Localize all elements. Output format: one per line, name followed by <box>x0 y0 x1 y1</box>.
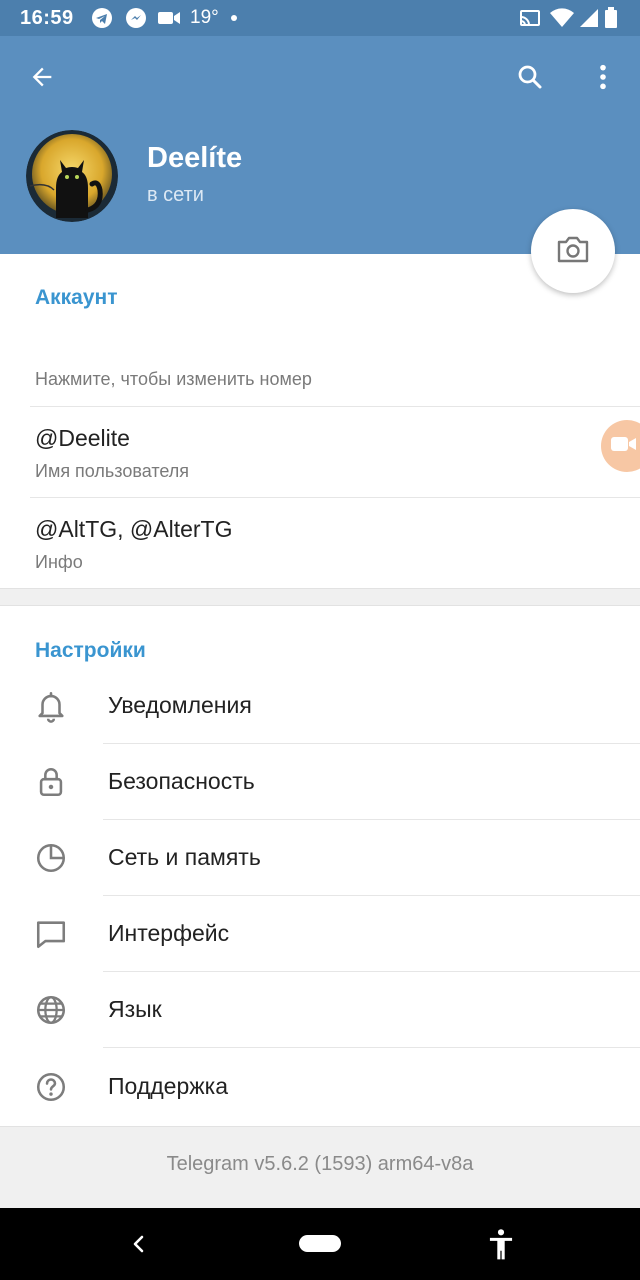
settings-item-label: Поддержка <box>108 1073 228 1099</box>
settings-item-language[interactable]: Язык <box>0 972 640 1048</box>
settings-item-data-storage[interactable]: Сеть и память <box>0 820 640 896</box>
settings-item-label: Язык <box>108 996 162 1022</box>
settings-item-interface[interactable]: Интерфейс <box>0 896 640 972</box>
more-options-button[interactable] <box>579 55 627 103</box>
profile-name: Deelíte <box>147 142 243 174</box>
bio-row[interactable]: @AltTG, @AlterTG Инфо <box>0 498 640 588</box>
search-icon <box>515 62 545 97</box>
more-vert-icon <box>598 63 608 96</box>
settings-item-label: Сеть и память <box>108 844 261 870</box>
settings-item-label: Безопасность <box>108 768 255 794</box>
status-temperature: 19° <box>190 7 219 28</box>
camera-icon <box>556 234 590 269</box>
wifi-icon <box>549 6 575 35</box>
divider <box>103 1047 640 1048</box>
globe-icon <box>33 992 69 1028</box>
battery-icon <box>604 6 618 35</box>
video-icon <box>156 6 182 35</box>
cast-icon <box>518 6 542 35</box>
bio-label: Инфо <box>35 552 83 572</box>
status-bar: 16:59 19° <box>0 0 640 36</box>
username-value: @Deelite <box>35 425 130 451</box>
avatar[interactable] <box>26 130 118 222</box>
pie-chart-icon <box>33 840 69 876</box>
username-row[interactable]: @Deelite Имя пользователя <box>0 407 640 497</box>
account-section-title: Аккаунт <box>35 286 118 309</box>
settings-item-notifications[interactable]: Уведомления <box>0 668 640 744</box>
messenger-icon <box>124 6 148 35</box>
settings-item-security[interactable]: Безопасность <box>0 744 640 820</box>
notification-dot <box>231 15 237 21</box>
bell-icon <box>33 688 69 724</box>
set-photo-button[interactable] <box>531 209 615 293</box>
section-separator <box>0 588 640 606</box>
profile-status: в сети <box>147 184 204 206</box>
video-camera-icon <box>610 434 638 459</box>
telegram-icon <box>90 6 114 35</box>
settings-item-label: Интерфейс <box>108 920 230 946</box>
app-version: Telegram v5.6.2 (1593) arm64-v8a <box>166 1153 474 1175</box>
arrow-left-icon <box>28 63 56 96</box>
status-time: 16:59 <box>20 7 74 29</box>
search-button[interactable] <box>506 55 554 103</box>
version-footer: Telegram v5.6.2 (1593) arm64-v8a <box>0 1126 640 1208</box>
phone-hint: Нажмите, чтобы изменить номер <box>35 369 312 389</box>
nav-back-button[interactable] <box>128 1232 148 1261</box>
lock-icon <box>33 764 69 800</box>
nav-home-button[interactable] <box>299 1235 341 1252</box>
settings-section-title: Настройки <box>35 639 146 662</box>
chat-bubble-icon <box>33 916 69 952</box>
settings-item-label: Уведомления <box>108 692 252 718</box>
help-icon <box>33 1069 69 1105</box>
accessibility-icon[interactable] <box>486 1228 516 1265</box>
back-button[interactable] <box>18 55 66 103</box>
phone-row[interactable]: Нажмите, чтобы изменить номер <box>0 340 640 406</box>
bio-value: @AltTG, @AlterTG <box>35 516 233 542</box>
signal-icon <box>578 6 600 35</box>
system-nav-bar <box>0 1208 640 1280</box>
settings-item-support[interactable]: Поддержка <box>0 1049 640 1125</box>
username-label: Имя пользователя <box>35 461 190 481</box>
